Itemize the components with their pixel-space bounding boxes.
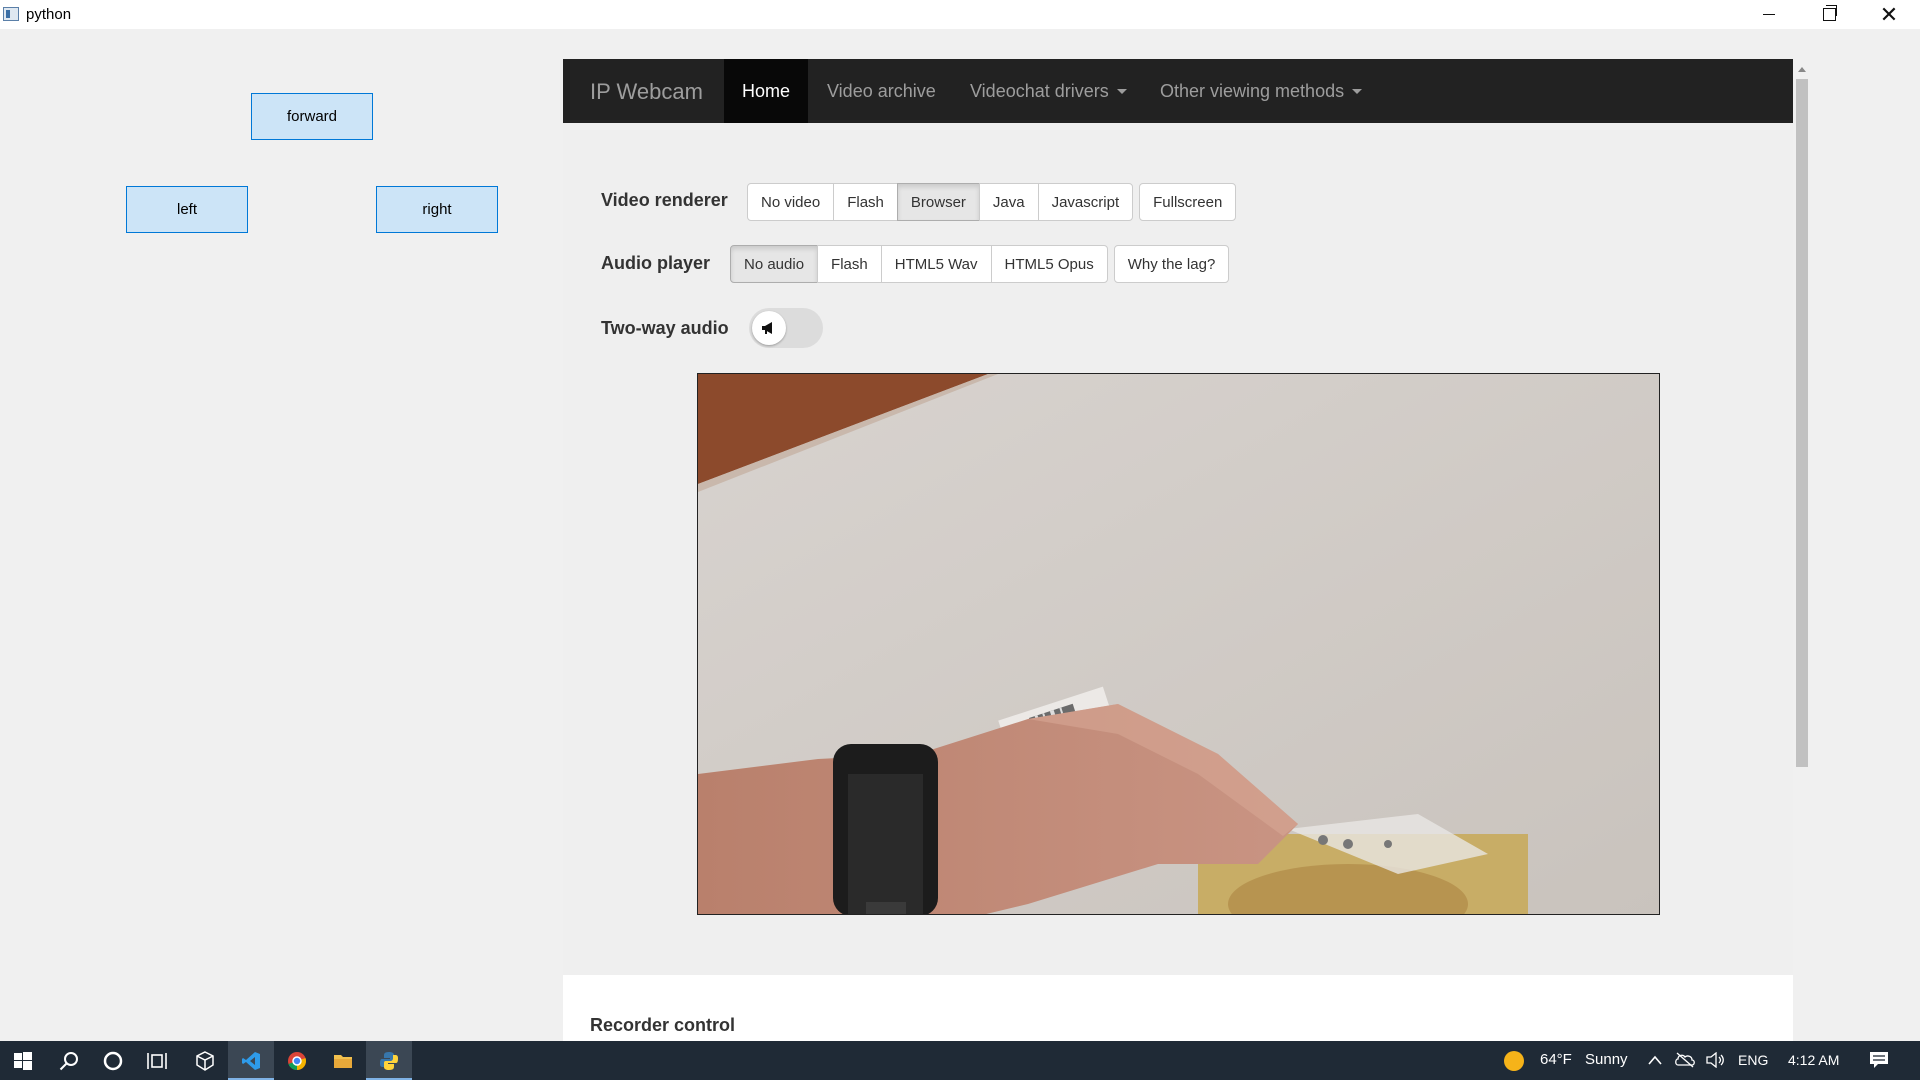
close-icon: ✕ bbox=[1879, 1, 1899, 27]
windows-logo-icon bbox=[14, 1051, 32, 1070]
restore-icon bbox=[1822, 5, 1837, 21]
task-view-button[interactable] bbox=[134, 1041, 180, 1080]
input-language[interactable]: ENG bbox=[1738, 1052, 1768, 1068]
audio-player-group: No audio Flash HTML5 Wav HTML5 Opus Why … bbox=[730, 245, 1230, 283]
taskbar-file-explorer[interactable] bbox=[320, 1041, 366, 1080]
renderer-java-button[interactable]: Java bbox=[978, 183, 1039, 221]
audio-html5-opus-button[interactable]: HTML5 Opus bbox=[990, 245, 1108, 283]
taskbar-python[interactable] bbox=[366, 1041, 412, 1080]
window-title: python bbox=[26, 6, 72, 23]
renderer-browser-button[interactable]: Browser bbox=[896, 183, 980, 221]
search-button[interactable] bbox=[46, 1041, 92, 1080]
clock-time[interactable]: 4:12 AM bbox=[1788, 1052, 1839, 1068]
volume-icon[interactable] bbox=[1706, 1052, 1726, 1068]
scrollbar-thumb[interactable] bbox=[1796, 79, 1808, 767]
weather-condition[interactable]: Sunny bbox=[1585, 1051, 1628, 1068]
search-icon bbox=[59, 1051, 78, 1070]
nav-video-archive-label: Video archive bbox=[827, 80, 936, 101]
renderer-flash-button[interactable]: Flash bbox=[833, 183, 898, 221]
toggle-knob bbox=[752, 311, 786, 345]
camera-frame-image bbox=[698, 374, 1659, 914]
nav-video-archive[interactable]: Video archive bbox=[827, 59, 936, 123]
nav-other-viewing-methods-label: Other viewing methods bbox=[1160, 80, 1345, 101]
video-stream bbox=[697, 373, 1660, 915]
two-way-audio-toggle[interactable] bbox=[749, 308, 823, 348]
python-app-icon bbox=[3, 7, 19, 21]
chevron-up-icon[interactable] bbox=[1648, 1055, 1662, 1065]
nav-videochat-drivers-label: Videochat drivers bbox=[970, 80, 1109, 101]
cortana-button[interactable] bbox=[90, 1041, 136, 1080]
python-icon bbox=[380, 1051, 398, 1070]
video-renderer-group: No video Flash Browser Java Javascript F… bbox=[747, 183, 1237, 221]
audio-player-label: Audio player bbox=[601, 253, 711, 273]
caret-down-icon bbox=[1116, 88, 1127, 94]
two-way-audio-label: Two-way audio bbox=[601, 318, 729, 338]
page-scrollbar[interactable] bbox=[1793, 59, 1811, 1041]
taskbar-chrome[interactable] bbox=[274, 1041, 320, 1080]
notifications-icon[interactable] bbox=[1869, 1051, 1889, 1069]
forward-button[interactable]: forward bbox=[251, 93, 373, 140]
right-button[interactable]: right bbox=[376, 186, 498, 233]
renderer-javascript-button[interactable]: Javascript bbox=[1037, 183, 1134, 221]
renderer-no-video-button[interactable]: No video bbox=[747, 183, 835, 221]
taskbar-vscode[interactable] bbox=[228, 1041, 274, 1080]
nav-videochat-drivers[interactable]: Videochat drivers bbox=[970, 59, 1127, 123]
start-button[interactable] bbox=[0, 1041, 46, 1080]
cube-icon bbox=[196, 1050, 214, 1071]
taskbar-3d-viewer[interactable] bbox=[182, 1041, 228, 1080]
cortana-circle-icon bbox=[103, 1051, 123, 1070]
why-the-lag-button[interactable]: Why the lag? bbox=[1113, 245, 1230, 283]
vscode-icon bbox=[242, 1051, 260, 1070]
sun-weather-icon[interactable] bbox=[1503, 1050, 1525, 1072]
brand-link[interactable]: IP Webcam bbox=[590, 79, 703, 105]
ip-webcam-page: IP Webcam Home Video archive Videochat d… bbox=[563, 59, 1793, 1041]
top-navbar: IP Webcam Home Video archive Videochat d… bbox=[563, 59, 1793, 123]
nav-home-label: Home bbox=[741, 80, 790, 101]
taskbar: 64°F Sunny ENG 4:12 AM bbox=[0, 1041, 1920, 1080]
audio-html5-wav-button[interactable]: HTML5 Wav bbox=[880, 245, 992, 283]
minimize-button[interactable] bbox=[1740, 0, 1798, 29]
chrome-icon bbox=[288, 1051, 307, 1070]
megaphone-icon bbox=[762, 322, 772, 334]
recorder-panel: Recorder control bbox=[563, 975, 1793, 1041]
audio-flash-button[interactable]: Flash bbox=[817, 245, 882, 283]
folder-icon bbox=[334, 1054, 352, 1068]
task-view-icon bbox=[147, 1052, 167, 1069]
fullscreen-button[interactable]: Fullscreen bbox=[1139, 183, 1237, 221]
scroll-up-arrow-icon[interactable] bbox=[1798, 67, 1806, 72]
weather-temperature[interactable]: 64°F bbox=[1540, 1051, 1572, 1068]
window-title-bar: python ✕ bbox=[0, 0, 1920, 29]
recorder-control-heading: Recorder control bbox=[590, 1015, 736, 1035]
video-renderer-label: Video renderer bbox=[601, 190, 728, 210]
caret-down-icon bbox=[1352, 88, 1363, 94]
network-disconnected-icon[interactable] bbox=[1674, 1052, 1696, 1068]
minimize-icon bbox=[1763, 14, 1775, 15]
left-button[interactable]: left bbox=[126, 186, 248, 233]
restore-button[interactable] bbox=[1800, 0, 1858, 29]
nav-home[interactable]: Home bbox=[724, 59, 808, 123]
close-button[interactable]: ✕ bbox=[1860, 0, 1918, 29]
audio-no-audio-button[interactable]: No audio bbox=[730, 245, 819, 283]
nav-other-viewing-methods[interactable]: Other viewing methods bbox=[1160, 59, 1363, 123]
